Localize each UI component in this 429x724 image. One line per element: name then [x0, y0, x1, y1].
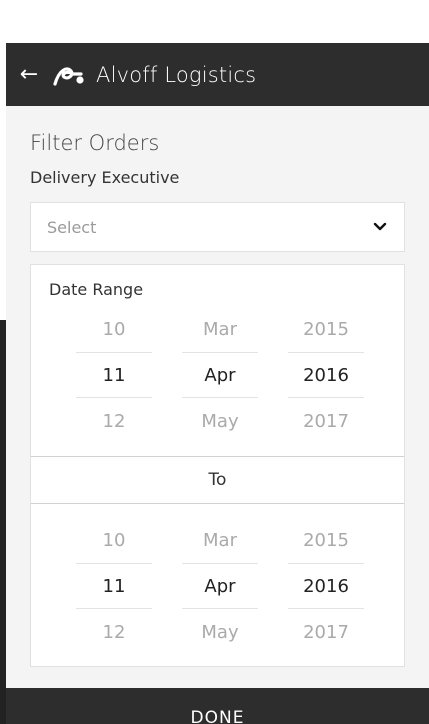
select-placeholder: Select — [47, 217, 97, 237]
to-day-wheel[interactable]: 10 11 12 — [76, 517, 152, 655]
filter-screen: ← Alvoff Logistics Filter Orders Deliver… — [6, 43, 429, 724]
from-day-selected[interactable]: 11 — [76, 352, 152, 398]
from-month-selected[interactable]: Apr — [182, 352, 258, 398]
from-day-next[interactable]: 12 — [76, 398, 152, 444]
back-button[interactable]: ← — [10, 43, 48, 106]
from-year-prev[interactable]: 2015 — [288, 306, 364, 352]
to-day-next[interactable]: 12 — [76, 609, 152, 655]
from-year-selected[interactable]: 2016 — [288, 352, 364, 398]
to-year-wheel[interactable]: 2015 2016 2017 — [288, 517, 364, 655]
from-month-prev[interactable]: Mar — [182, 306, 258, 352]
from-day-wheel[interactable]: 10 11 12 — [76, 306, 152, 444]
from-month-wheel[interactable]: Mar Apr May — [182, 306, 258, 444]
to-month-prev[interactable]: Mar — [182, 517, 258, 563]
from-date-picker: 10 11 12 Mar Apr May 2015 2016 2017 — [31, 306, 404, 444]
to-month-selected[interactable]: Apr — [182, 563, 258, 609]
to-month-next[interactable]: May — [182, 609, 258, 655]
from-month-next[interactable]: May — [182, 398, 258, 444]
to-day-prev[interactable]: 10 — [76, 517, 152, 563]
to-separator: To — [31, 456, 404, 504]
delivery-executive-select[interactable]: Select — [30, 202, 405, 252]
to-day-selected[interactable]: 11 — [76, 563, 152, 609]
to-year-selected[interactable]: 2016 — [288, 563, 364, 609]
app-bar: ← Alvoff Logistics — [6, 43, 429, 106]
app-title: Alvoff Logistics — [96, 62, 257, 87]
page-title: Filter Orders — [30, 131, 160, 155]
chevron-down-icon — [372, 221, 388, 233]
to-month-wheel[interactable]: Mar Apr May — [182, 517, 258, 655]
delivery-executive-label: Delivery Executive — [30, 168, 180, 187]
done-button[interactable]: DONE — [6, 688, 429, 724]
to-date-picker: 10 11 12 Mar Apr May 2015 2016 2017 — [31, 517, 404, 655]
from-day-prev[interactable]: 10 — [76, 306, 152, 352]
to-year-prev[interactable]: 2015 — [288, 517, 364, 563]
from-year-next[interactable]: 2017 — [288, 398, 364, 444]
date-range-label: Date Range — [49, 280, 144, 299]
alvoff-logo-icon — [48, 43, 88, 106]
from-year-wheel[interactable]: 2015 2016 2017 — [288, 306, 364, 444]
to-year-next[interactable]: 2017 — [288, 609, 364, 655]
date-range-card: Date Range 10 11 12 Mar Apr May 2015 201… — [30, 264, 405, 667]
arrow-left-icon: ← — [19, 62, 39, 87]
